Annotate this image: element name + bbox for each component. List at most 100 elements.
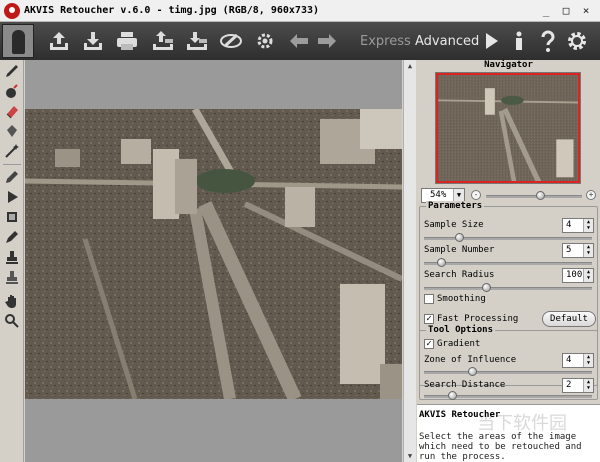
- info-button[interactable]: [506, 28, 532, 54]
- akvis-logo: [2, 24, 34, 58]
- zoom-icon: [5, 314, 19, 328]
- tool-options-group: Tool Options ✓ Gradient Zone of Influenc…: [419, 325, 598, 400]
- tool-separator: [3, 164, 21, 165]
- pen-tool[interactable]: [3, 228, 21, 246]
- zoom-in-button[interactable]: +: [586, 190, 596, 200]
- spin-arrows-icon[interactable]: ▲ ▼: [583, 354, 593, 367]
- left-toolbar: [0, 60, 24, 462]
- export-selection-button[interactable]: [184, 28, 210, 54]
- options-button[interactable]: [564, 28, 590, 54]
- bomb-tool[interactable]: [3, 82, 21, 100]
- search-distance-field[interactable]: 2 ▲ ▼: [562, 378, 594, 393]
- bombed-city-photo[interactable]: [25, 109, 402, 399]
- info-icon: [516, 31, 522, 50]
- main-toolbar: Express Advanced: [0, 22, 600, 60]
- navigator-view-rectangle[interactable]: [436, 73, 580, 183]
- preferences-button[interactable]: [252, 28, 278, 54]
- run-icon: [8, 191, 18, 203]
- run-button[interactable]: [478, 28, 504, 54]
- brush-settings-button[interactable]: [218, 28, 244, 54]
- import-selection-icon: [153, 31, 173, 50]
- help-icon: [541, 30, 555, 52]
- gradient-checkbox[interactable]: ✓: [424, 339, 434, 349]
- advanced-mode-tab[interactable]: Advanced: [415, 34, 479, 49]
- run-tool[interactable]: [3, 188, 21, 206]
- chisel-tool[interactable]: [3, 168, 21, 186]
- info-box: 当下软件园 AKVIS Retoucher Select the areas o…: [417, 404, 600, 462]
- zoom-slider-thumb[interactable]: [535, 191, 545, 200]
- magic-wand-icon: [5, 144, 19, 158]
- info-text: Select the areas of the image which need…: [419, 432, 582, 462]
- bomb-icon: [6, 84, 18, 98]
- smoothing-checkbox[interactable]: [424, 294, 434, 304]
- clone-stamp-tool[interactable]: [3, 248, 21, 266]
- gradient-label: Gradient: [437, 339, 481, 349]
- save-icon: [84, 32, 102, 50]
- magic-wand-tool[interactable]: [3, 142, 21, 160]
- patch-tool[interactable]: [3, 268, 21, 286]
- zoom-tool[interactable]: [3, 312, 21, 330]
- fast-processing-checkbox[interactable]: ✓: [424, 314, 434, 324]
- hand-icon: [5, 295, 16, 308]
- canvas-scrollbar[interactable]: ▲ ▼: [403, 60, 416, 462]
- search-radius-slider[interactable]: [424, 287, 592, 290]
- express-mode-tab[interactable]: Express: [360, 34, 411, 49]
- maximize-button[interactable]: □: [558, 3, 574, 18]
- redo-button[interactable]: [314, 28, 340, 54]
- sample-size-field[interactable]: 4 ▲ ▼: [562, 218, 594, 233]
- search-radius-thumb[interactable]: [482, 283, 491, 292]
- parameters-title: Parameters: [426, 201, 485, 211]
- minimize-button[interactable]: _: [538, 3, 554, 18]
- zone-of-influence-field[interactable]: 4 ▲ ▼: [562, 353, 594, 368]
- save-button[interactable]: [80, 28, 106, 54]
- sample-number-label: Sample Number: [424, 245, 495, 255]
- sample-size-slider[interactable]: [424, 237, 592, 240]
- zoom-slider-track[interactable]: [486, 195, 582, 198]
- spin-arrows-icon[interactable]: ▲ ▼: [583, 244, 593, 257]
- search-distance-value: 2: [566, 380, 572, 390]
- sample-number-field[interactable]: 5 ▲ ▼: [562, 243, 594, 258]
- zone-of-influence-slider[interactable]: [424, 371, 592, 374]
- open-icon: [50, 32, 68, 50]
- sample-number-slider[interactable]: [424, 262, 592, 265]
- scroll-up-icon[interactable]: ▲: [404, 60, 416, 72]
- sample-number-thumb[interactable]: [437, 258, 446, 267]
- print-icon: [117, 32, 137, 50]
- open-button[interactable]: [46, 28, 72, 54]
- smoothing-label: Smoothing: [437, 294, 486, 304]
- stamp-icon: [7, 212, 17, 222]
- spin-arrows-icon[interactable]: ▲ ▼: [583, 219, 593, 232]
- close-button[interactable]: ×: [578, 3, 594, 18]
- akvis-app-icon: [4, 3, 20, 19]
- default-button[interactable]: Default: [542, 311, 596, 327]
- redo-arrow-icon: [318, 34, 336, 48]
- scroll-down-icon[interactable]: ▼: [404, 450, 416, 462]
- spin-arrows-icon[interactable]: ▲ ▼: [583, 379, 593, 392]
- print-button[interactable]: [114, 28, 140, 54]
- search-distance-thumb[interactable]: [448, 391, 457, 400]
- gear-icon: [568, 32, 586, 50]
- help-button[interactable]: [535, 28, 561, 54]
- spin-arrows-icon[interactable]: ▲ ▼: [583, 269, 593, 282]
- image-canvas[interactable]: [25, 60, 402, 462]
- undo-button[interactable]: [286, 28, 312, 54]
- search-radius-value: 100: [566, 270, 583, 280]
- export-selection-icon: [187, 32, 207, 50]
- zone-of-influence-thumb[interactable]: [468, 367, 477, 376]
- stamp-tool[interactable]: [3, 208, 21, 226]
- eraser-tool[interactable]: [3, 102, 21, 120]
- settings-panel: Navigator 54% ▼ - + Parameters Sample Si…: [417, 60, 600, 462]
- tool-options-title: Tool Options: [426, 325, 496, 335]
- bucket-tool[interactable]: [3, 122, 21, 140]
- zoom-out-button[interactable]: -: [471, 190, 481, 200]
- navigator-preview[interactable]: [435, 72, 581, 184]
- hand-tool[interactable]: [3, 292, 21, 310]
- sample-size-label: Sample Size: [424, 220, 484, 230]
- brush-tool[interactable]: [3, 62, 21, 80]
- sample-size-value: 4: [566, 220, 572, 230]
- navigator-title: Navigator: [484, 60, 533, 70]
- zone-of-influence-value: 4: [566, 355, 572, 365]
- import-selection-button[interactable]: [150, 28, 176, 54]
- search-radius-field[interactable]: 100 ▲ ▼: [562, 268, 594, 283]
- sample-size-thumb[interactable]: [455, 233, 464, 242]
